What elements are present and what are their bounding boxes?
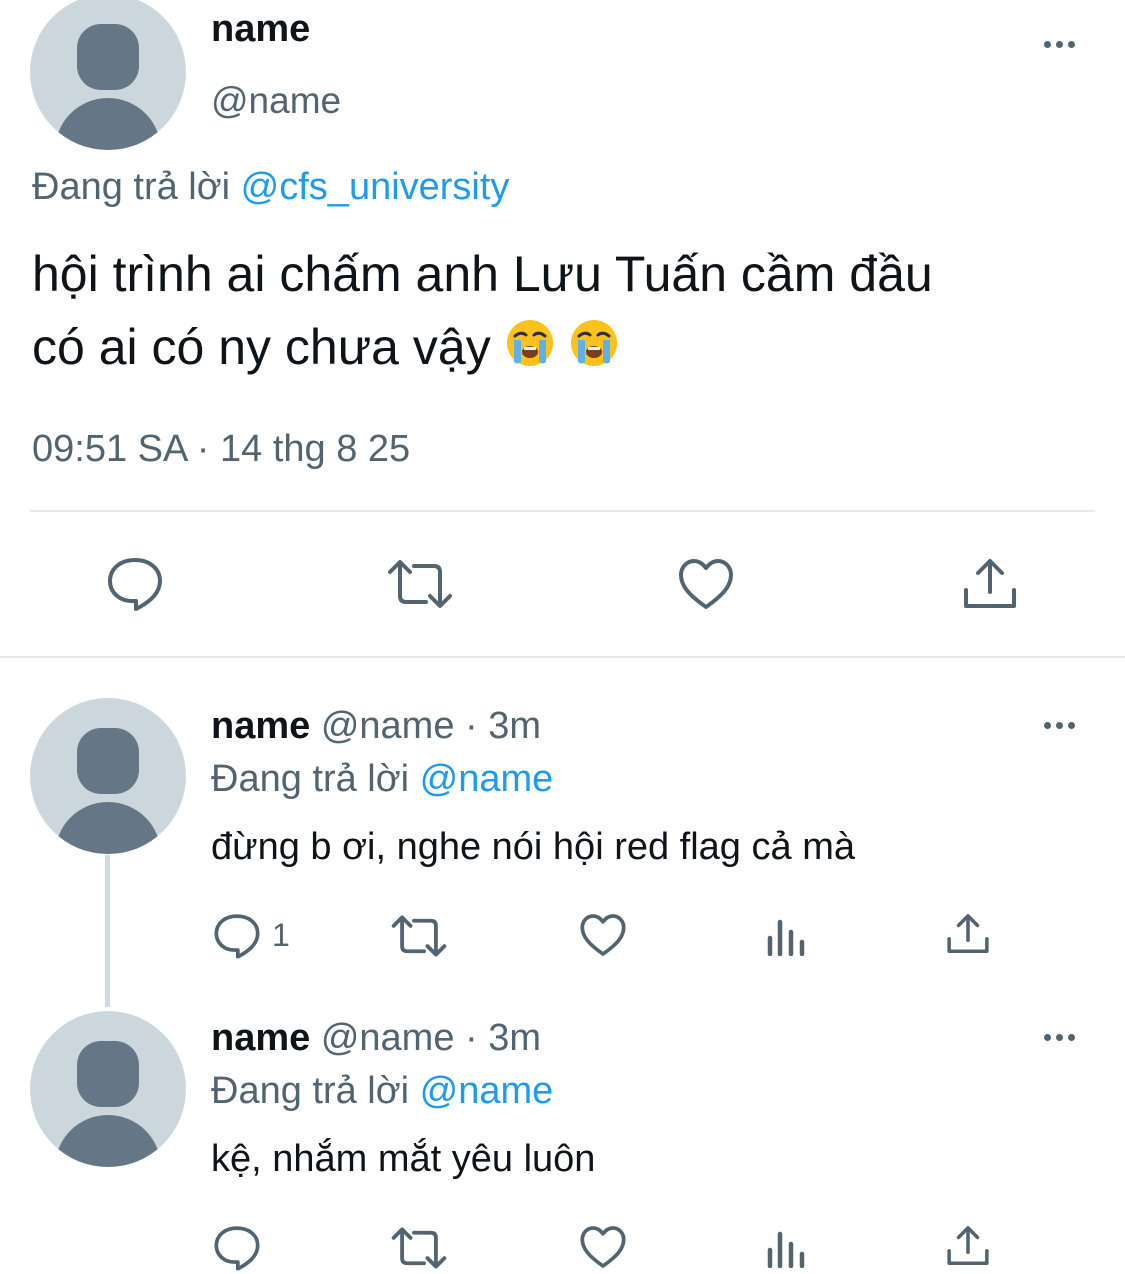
more-options-icon[interactable]: [1044, 41, 1075, 48]
avatar-head: [77, 728, 139, 794]
avatar[interactable]: [30, 698, 186, 854]
crying-face-emoji-icon: [505, 315, 555, 388]
replying-to: Đang trả lời @name: [211, 758, 553, 801]
replying-to: Đang trả lời @cfs_university: [32, 166, 509, 209]
reply-time[interactable]: · 3m: [465, 1017, 541, 1059]
avatar-body: [55, 1115, 161, 1167]
avatar[interactable]: [30, 0, 186, 150]
author-handle[interactable]: @name: [211, 80, 341, 122]
like-icon[interactable]: [579, 1224, 627, 1270]
avatar-head: [77, 24, 139, 90]
replying-mention-link[interactable]: @name: [420, 758, 554, 800]
replying-prefix: Đang trả lời: [211, 1070, 410, 1112]
reply-header: name @name · 3m: [211, 1017, 541, 1060]
crying-face-emoji-icon: [569, 315, 619, 388]
reply-time[interactable]: · 3m: [465, 705, 541, 747]
section-divider: [0, 656, 1125, 658]
divider: [30, 510, 1095, 512]
tweet-text: hội trình ai chấm anh Lưu Tuấn cầm đầu c…: [32, 238, 1102, 388]
reply-text: đừng b ơi, nghe nói hội red flag cả mà: [211, 826, 855, 868]
tweet-timestamp[interactable]: 09:51 SA · 14 thg 8 25: [32, 428, 410, 471]
like-icon[interactable]: [579, 912, 627, 958]
tweet-text-line-2: có ai có ny chưa vậy: [32, 311, 1102, 388]
analytics-icon[interactable]: [766, 1228, 806, 1268]
retweet-icon[interactable]: [390, 1226, 448, 1270]
tweet-text-line-1: hội trình ai chấm anh Lưu Tuấn cầm đầu: [32, 246, 933, 302]
reply-author-name[interactable]: name: [211, 1017, 310, 1059]
more-options-icon[interactable]: [1044, 722, 1075, 729]
reply-icon[interactable]: [213, 912, 261, 960]
more-options-icon[interactable]: [1044, 1034, 1075, 1041]
analytics-icon[interactable]: [766, 916, 806, 956]
reply-header: name @name · 3m: [211, 705, 541, 748]
reply-author-name[interactable]: name: [211, 705, 310, 747]
avatar-head: [77, 1041, 139, 1107]
avatar-body: [55, 802, 161, 854]
retweet-icon[interactable]: [386, 558, 454, 610]
replying-to: Đang trả lời @name: [211, 1070, 553, 1113]
share-icon[interactable]: [962, 556, 1018, 612]
replying-prefix: Đang trả lời: [211, 758, 410, 800]
reply-author-handle[interactable]: @name: [321, 1017, 455, 1059]
avatar[interactable]: [30, 1011, 186, 1167]
reply-author-handle[interactable]: @name: [321, 705, 455, 747]
reply-text: kệ, nhắm mắt yêu luôn: [211, 1138, 596, 1180]
author-name[interactable]: name: [211, 8, 310, 51]
reply-icon[interactable]: [213, 1224, 261, 1272]
retweet-icon[interactable]: [390, 914, 448, 958]
share-icon[interactable]: [946, 912, 990, 956]
reply-icon[interactable]: [106, 556, 164, 612]
replying-prefix: Đang trả lời: [32, 166, 231, 208]
thread-connector-line: [105, 855, 110, 1007]
replying-mention-link[interactable]: @name: [420, 1070, 554, 1112]
share-icon[interactable]: [946, 1224, 990, 1268]
like-icon[interactable]: [677, 557, 735, 611]
avatar-body: [55, 98, 161, 150]
replying-mention-link[interactable]: @cfs_university: [241, 166, 510, 208]
reply-count: 1: [272, 917, 290, 953]
